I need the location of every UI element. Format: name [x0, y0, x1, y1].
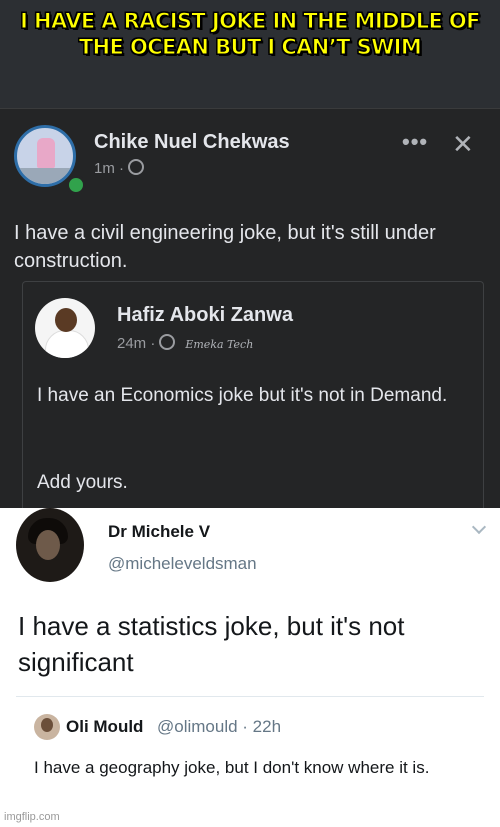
avatar-face — [36, 530, 60, 560]
tweet-body: I have a statistics joke, but it's not s… — [18, 611, 405, 677]
imgflip-watermark: imgflip.com — [4, 811, 60, 823]
post-author-name[interactable]: Chike Nuel Chekwas — [94, 131, 290, 154]
avatar[interactable] — [34, 714, 60, 740]
reply-body: I have a geography joke, but I don't kno… — [34, 758, 430, 777]
avatar-face — [41, 718, 53, 732]
avatar-figure — [37, 138, 55, 168]
globe-icon — [159, 334, 176, 350]
meme-caption: I have a racist joke in the middle of th… — [0, 0, 500, 108]
globe-icon — [128, 159, 144, 175]
facebook-post: Chike Nuel Chekwas 1m · ••• ✕ I have a c… — [0, 108, 500, 512]
shared-timestamp[interactable]: 24m · Emeka Tech — [117, 334, 253, 352]
online-status-dot — [66, 175, 86, 195]
post-timestamp[interactable]: 1m · — [94, 159, 144, 177]
shared-post[interactable]: Hafiz Aboki Zanwa 24m · Emeka Tech I have… — [22, 281, 484, 512]
watermark-signature: Emeka Tech — [185, 338, 254, 351]
reply-author-name[interactable]: Oli Mould — [66, 717, 143, 737]
avatar-background — [17, 168, 73, 184]
shared-post-footer: Add yours. — [37, 472, 128, 493]
reply-handle-time[interactable]: @olimould · 22h — [157, 717, 281, 737]
avatar[interactable] — [35, 298, 95, 358]
tweet-author-handle[interactable]: @micheleveldsman — [108, 554, 257, 574]
caption-text: I have a racist joke in the middle of th… — [20, 9, 481, 60]
avatar[interactable] — [14, 125, 76, 187]
chevron-down-icon[interactable] — [471, 519, 487, 535]
more-options-button[interactable]: ••• — [402, 129, 428, 155]
shared-post-body: I have an Economics joke but it's not in… — [37, 385, 448, 406]
post-body: I have a civil engineering joke, but it'… — [14, 222, 436, 272]
avatar-head — [55, 308, 77, 332]
post-time: 1m · — [94, 160, 124, 177]
shared-time: 24m · — [117, 335, 156, 352]
divider — [16, 696, 484, 697]
avatar[interactable] — [16, 508, 84, 582]
shared-author-name[interactable]: Hafiz Aboki Zanwa — [117, 304, 293, 327]
tweet-author-name[interactable]: Dr Michele V — [108, 522, 210, 542]
avatar-body — [45, 330, 89, 358]
close-button[interactable]: ✕ — [452, 131, 474, 157]
